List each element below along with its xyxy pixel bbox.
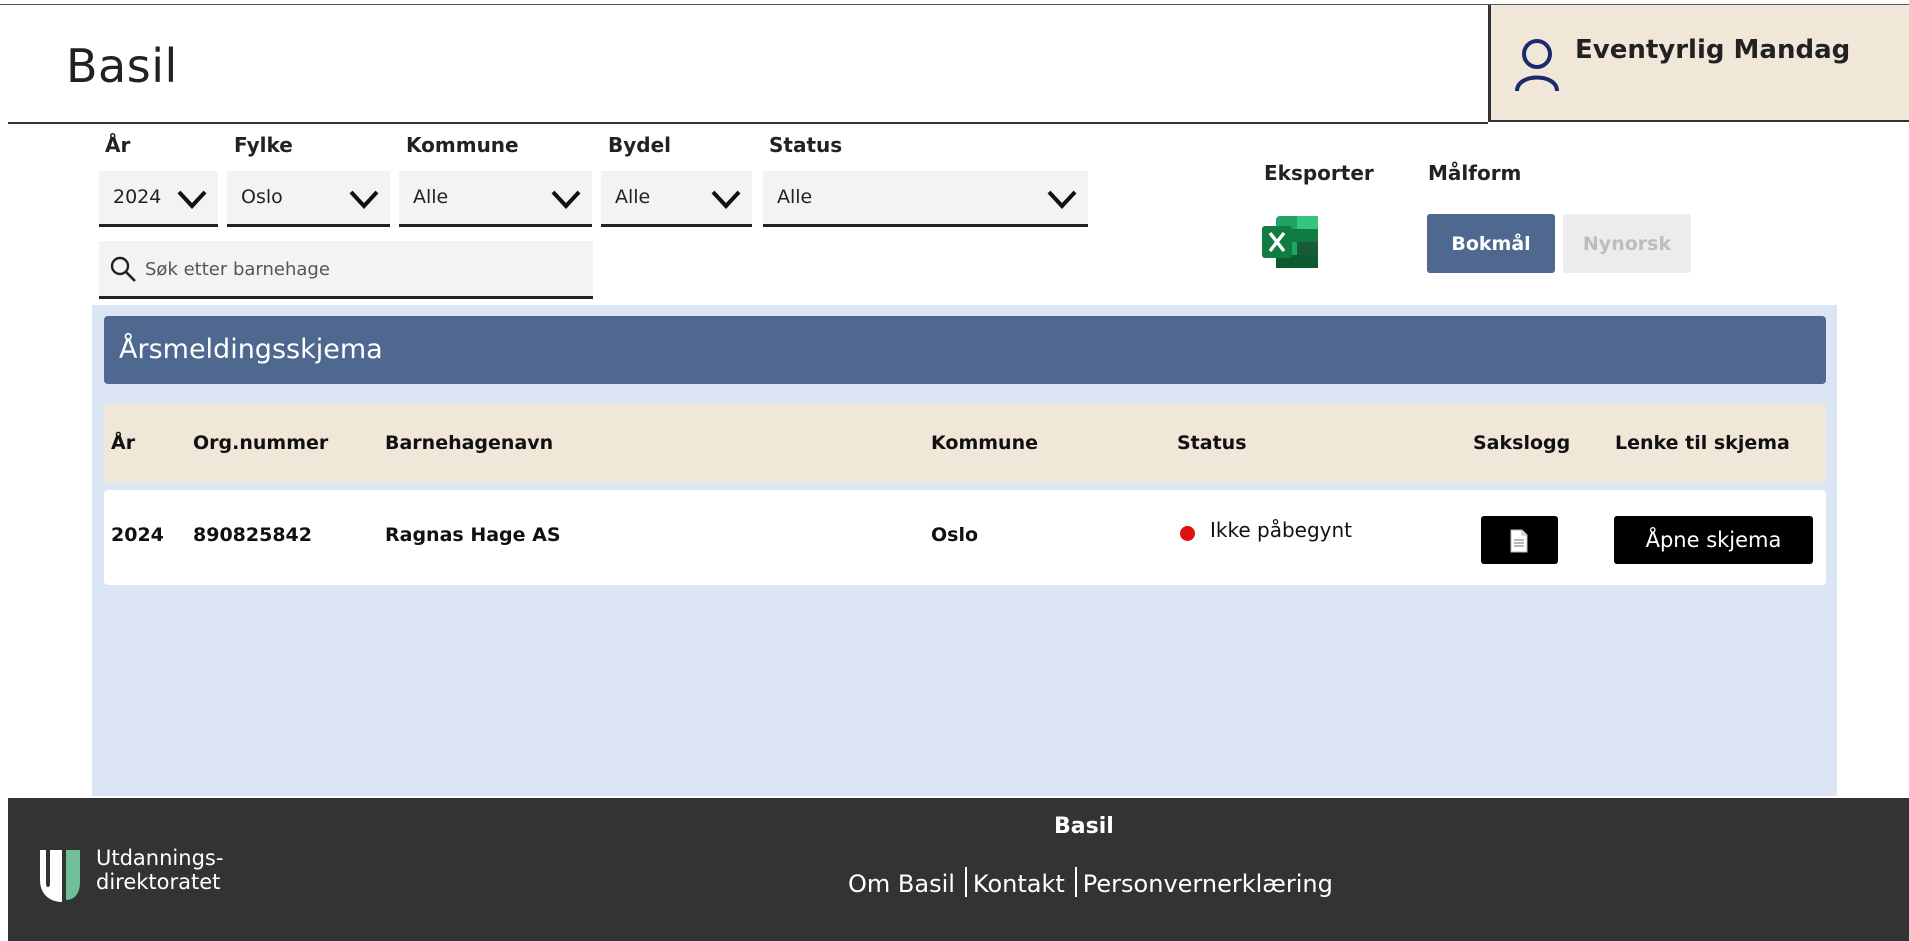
cell-name: Ragnas Hage AS [385, 524, 561, 546]
app-title: Basil [66, 39, 178, 93]
footer-title: Basil [1054, 814, 1114, 839]
status-filter-label: Status [769, 133, 843, 157]
link-separator [1074, 867, 1077, 897]
municipality-select[interactable]: Alle [399, 171, 592, 227]
excel-icon[interactable] [1262, 216, 1320, 268]
case-log-button[interactable] [1481, 516, 1558, 564]
search-icon [110, 256, 136, 282]
cell-municipality: Oslo [931, 524, 979, 546]
county-select-value: Oslo [241, 186, 283, 208]
district-filter-label: Bydel [608, 133, 672, 157]
column-header-municipality: Kommune [931, 432, 1038, 454]
column-header-year: År [111, 432, 136, 454]
county-filter-label: Fylke [234, 133, 293, 157]
column-header-name: Barnehagenavn [385, 432, 554, 454]
column-header-status: Status [1177, 432, 1247, 454]
language-label: Målform [1428, 161, 1522, 185]
open-form-button[interactable]: Åpne skjema [1614, 516, 1813, 564]
county-select[interactable]: Oslo [227, 171, 390, 227]
panel-header: Årsmeldingsskjema [104, 316, 1826, 384]
panel-title: Årsmeldingsskjema [119, 334, 383, 365]
logo-text-line-1: Utdannings- [96, 846, 224, 870]
chevron-down-icon [711, 190, 741, 209]
status-select[interactable]: Alle [763, 171, 1088, 227]
chevron-down-icon [551, 190, 581, 209]
footer-link-about[interactable]: Om Basil [848, 870, 955, 898]
export-label: Eksporter [1264, 161, 1374, 185]
page-footer: Utdannings- direktoratet Basil Om Basil K… [8, 798, 1909, 941]
logo-text-line-2: direktoratet [96, 870, 221, 894]
user-icon [1515, 39, 1559, 92]
municipality-filter-label: Kommune [406, 133, 519, 157]
cell-status: Ikke påbegynt [1210, 518, 1353, 542]
user-menu[interactable]: Eventyrlig Mandag [1488, 5, 1909, 122]
chevron-down-icon [177, 190, 207, 209]
municipality-select-value: Alle [413, 186, 449, 208]
column-header-org-number: Org.nummer [193, 432, 329, 454]
district-select[interactable]: Alle [601, 171, 752, 227]
link-separator [964, 867, 967, 897]
status-indicator-dot [1180, 526, 1195, 541]
district-select-value: Alle [615, 186, 651, 208]
page-header: Basil [8, 5, 1488, 124]
status-select-value: Alle [777, 186, 813, 208]
column-header-form-link: Lenke til skjema [1615, 432, 1790, 454]
utdanningsdirektoratet-logo [40, 850, 80, 902]
nynorsk-button[interactable]: Nynorsk [1563, 214, 1691, 273]
column-header-case-log: Sakslogg [1473, 432, 1571, 454]
footer-links: Om Basil Kontakt Personvernerklæring [848, 867, 1333, 900]
footer-link-privacy[interactable]: Personvernerklæring [1083, 870, 1333, 898]
logo-text: Utdannings- direktoratet [96, 846, 223, 894]
table-row: 2024 890825842 Ragnas Hage AS Oslo Ikke … [104, 490, 1826, 585]
bokmal-button[interactable]: Bokmål [1427, 214, 1555, 273]
chevron-down-icon [1047, 190, 1077, 209]
cell-year: 2024 [111, 524, 164, 546]
year-filter-label: År [105, 133, 131, 157]
document-icon [1510, 529, 1528, 553]
chevron-down-icon [349, 190, 379, 209]
year-select-value: 2024 [113, 186, 162, 208]
year-select[interactable]: 2024 [99, 171, 218, 227]
table-header: År Org.nummer Barnehagenavn Kommune Stat… [104, 404, 1826, 483]
footer-link-contact[interactable]: Kontakt [973, 870, 1065, 898]
search-input[interactable] [143, 251, 577, 287]
user-name: Eventyrlig Mandag [1575, 35, 1851, 65]
cell-org-number: 890825842 [193, 524, 312, 546]
search-box[interactable] [99, 241, 593, 299]
